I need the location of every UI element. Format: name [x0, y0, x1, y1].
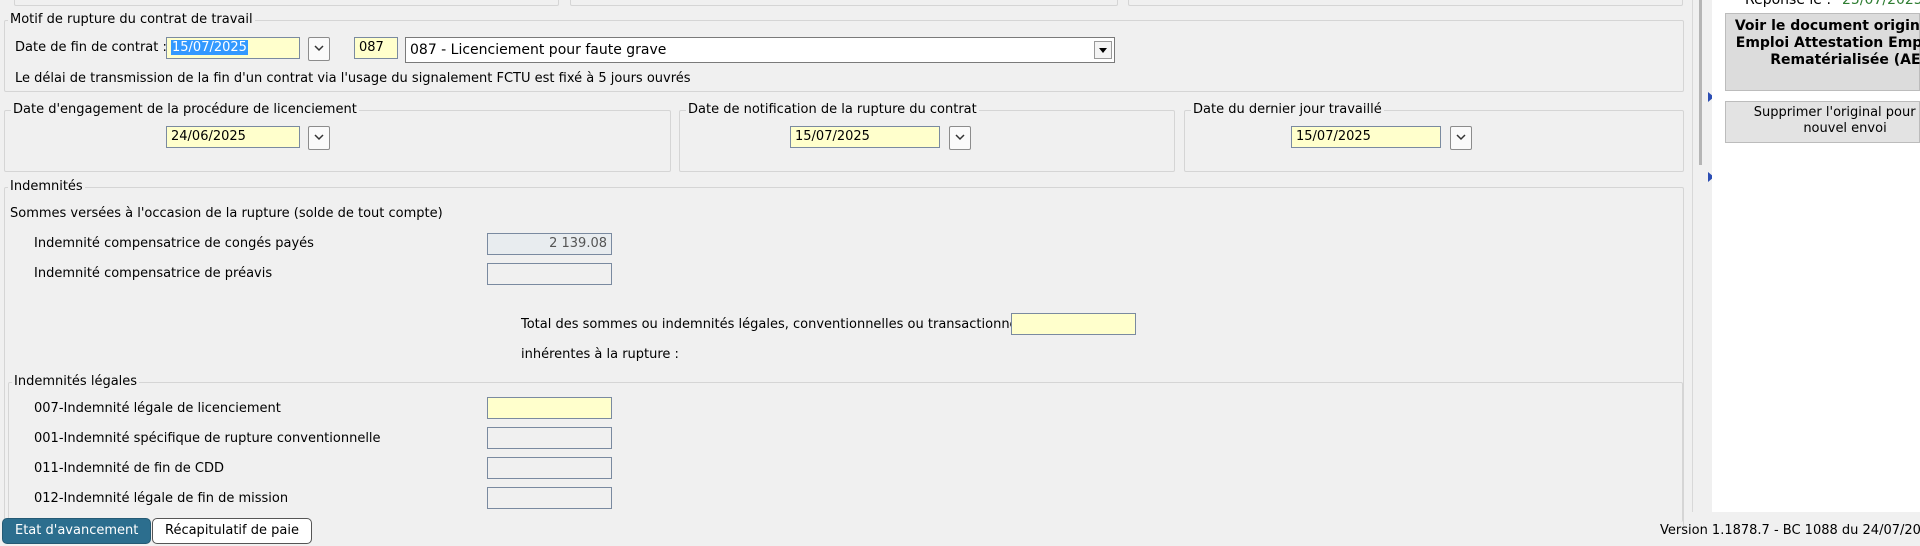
- engagement-date-input[interactable]: 24/06/2025: [166, 126, 300, 148]
- legale-item-label: 001-Indemnité spécifique de rupture conv…: [34, 431, 381, 446]
- dernier-jour-calendar-button[interactable]: [1450, 126, 1472, 150]
- total-label-line2: inhérentes à la rupture :: [521, 347, 679, 362]
- response-label: Réponse le :: [1745, 0, 1832, 8]
- indemnites-legend: Indemnités: [8, 179, 85, 195]
- date-fin-contrat-value: 15/07/2025: [171, 40, 248, 55]
- motif-code-input[interactable]: 087: [354, 37, 398, 59]
- total-input[interactable]: [1011, 313, 1136, 335]
- top-stub-box-3: [1128, 0, 1683, 6]
- top-stub-box-2: [570, 0, 1118, 6]
- version-info: Version 1.1878.7 - BC 1088 du 24/07/2025: [1660, 523, 1920, 538]
- chevron-down-icon: [955, 134, 965, 141]
- preavis-label: Indemnité compensatrice de préavis: [34, 266, 273, 281]
- engagement-group: [4, 110, 671, 172]
- legale-item-input[interactable]: [487, 487, 612, 509]
- notification-date-input[interactable]: 15/07/2025: [790, 126, 940, 148]
- engagement-legend: Date d'engagement de la procédure de lic…: [11, 102, 359, 118]
- total-label-line1: Total des sommes ou indemnités légales, …: [521, 317, 1040, 332]
- legale-item-input[interactable]: [487, 427, 612, 449]
- legale-item-label: 011-Indemnité de fin de CDD: [34, 461, 224, 476]
- conges-label: Indemnité compensatrice de congés payés: [34, 236, 314, 251]
- legale-item-label: 012-Indemnité légale de fin de mission: [34, 491, 289, 506]
- legale-item-input[interactable]: [487, 397, 612, 419]
- conges-input[interactable]: 2 139.08: [487, 233, 612, 255]
- engagement-calendar-button[interactable]: [308, 126, 330, 150]
- response-date: 25/07/2025: [1842, 0, 1920, 8]
- panel-splitter[interactable]: [1692, 0, 1714, 512]
- chevron-down-icon: [314, 134, 324, 141]
- date-fin-contrat-input[interactable]: 15/07/2025: [166, 37, 300, 59]
- date-fin-contrat-label: Date de fin de contrat :: [15, 40, 167, 55]
- recapitulatif-paie-button[interactable]: Récapitulatif de paie: [152, 518, 312, 544]
- voir-document-original-button[interactable]: Voir le document original Pôle Emploi At…: [1725, 13, 1920, 91]
- supprimer-original-button[interactable]: Supprimer l'original pour un nouvel envo…: [1725, 101, 1920, 143]
- indemnites-subtitle: Sommes versées à l'occasion de la ruptur…: [10, 206, 443, 221]
- chevron-down-icon: [314, 45, 324, 52]
- dernier-jour-legend: Date du dernier jour travaillé: [1191, 102, 1384, 118]
- chevron-down-icon: [1456, 134, 1466, 141]
- notification-calendar-button[interactable]: [949, 126, 971, 150]
- motif-select-value: 087 - Licenciement pour faute grave: [410, 42, 667, 58]
- fctu-note: Le délai de transmission de la fin d'un …: [15, 71, 691, 86]
- preavis-input[interactable]: [487, 263, 612, 285]
- dernier-jour-date-input[interactable]: 15/07/2025: [1291, 126, 1441, 148]
- splitter-grip: [1699, 0, 1702, 165]
- etat-avancement-button[interactable]: Etat d'avancement: [2, 518, 152, 544]
- legales-legend: Indemnités légales: [12, 374, 140, 390]
- legale-item-label: 007-Indemnité légale de licenciement: [34, 401, 281, 416]
- notification-legend: Date de notification de la rupture du co…: [686, 102, 979, 118]
- supprimer-original-label: Supprimer l'original pour un nouvel envo…: [1753, 105, 1920, 136]
- date-fin-contrat-calendar-button[interactable]: [308, 37, 330, 61]
- motif-rupture-legend: Motif de rupture du contrat de travail: [8, 12, 255, 28]
- top-stub-box-1: [14, 0, 559, 6]
- motif-select[interactable]: 087 - Licenciement pour faute grave: [405, 37, 1115, 63]
- motif-select-arrow[interactable]: [1094, 41, 1112, 59]
- legale-item-input[interactable]: [487, 457, 612, 479]
- voir-document-original-label: Voir le document original Pôle Emploi At…: [1734, 18, 1920, 68]
- caret-down-icon: [1099, 48, 1107, 53]
